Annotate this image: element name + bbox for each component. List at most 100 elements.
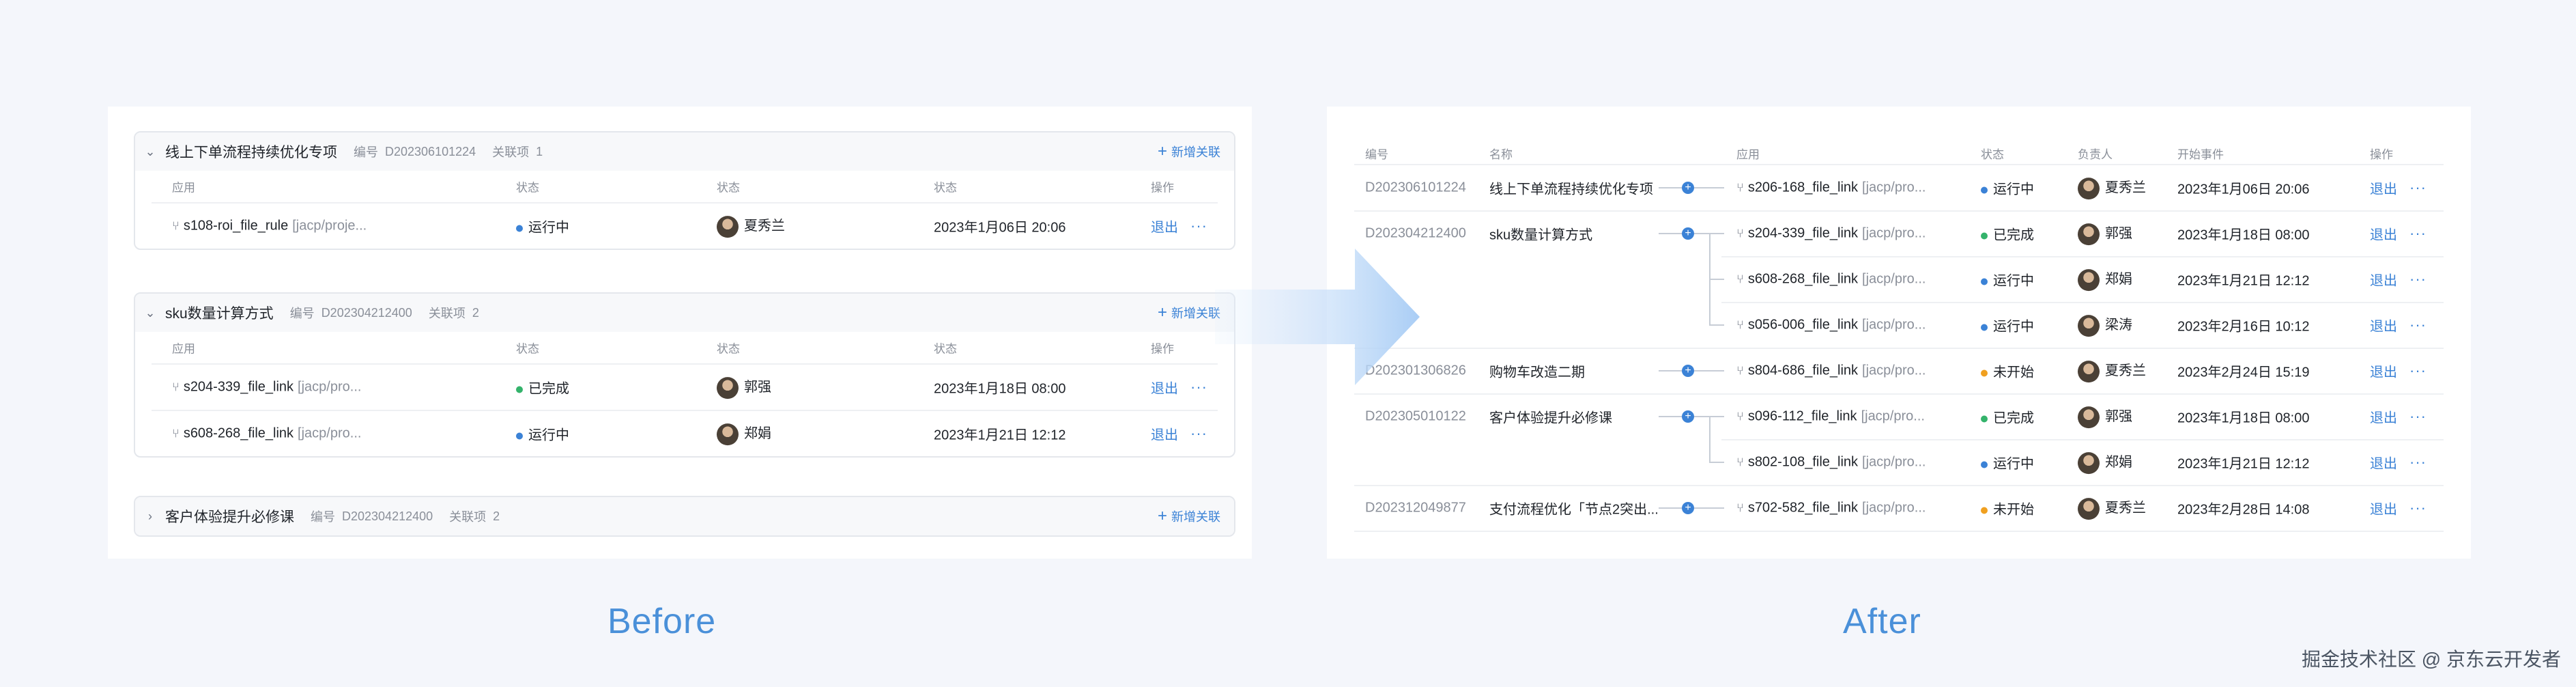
app-cell[interactable]: ⑂ s206-168_file_link [jacp/pro... xyxy=(1736,180,1926,196)
exit-link[interactable]: 退出 xyxy=(2370,499,2397,518)
more-icon[interactable]: ··· xyxy=(1190,425,1207,443)
more-icon[interactable]: ··· xyxy=(1190,217,1207,235)
time-cell: 2023年2月24日 15:19 xyxy=(2177,365,2310,380)
group-code: D202306101224 xyxy=(385,144,476,158)
branch-icon: ⑂ xyxy=(1736,455,1744,469)
chevron-right-icon[interactable]: › xyxy=(135,509,165,524)
owner-cell: 郑娟 xyxy=(2078,268,2132,291)
connector-line xyxy=(1694,507,1724,509)
app-cell[interactable]: ⑂ s056-006_file_link [jacp/pro... xyxy=(1736,318,1926,333)
code-label: 编号 xyxy=(311,510,335,524)
status-text: 已完成 xyxy=(528,381,569,397)
plus-node-icon[interactable]: + xyxy=(1682,502,1694,514)
group-header[interactable]: ⌄ sku数量计算方式 编号 D202304212400 关联项 2 + 新增关联 xyxy=(135,294,1234,332)
status-cell: 运行中 xyxy=(1981,178,2034,198)
divider xyxy=(1354,531,2444,532)
status-cell: 运行中 xyxy=(1981,453,2034,473)
app-path: [jacp/pro... xyxy=(298,425,362,441)
time-cell: 2023年1月06日 20:06 xyxy=(934,220,1066,236)
plus-node-icon[interactable]: + xyxy=(1682,410,1694,423)
exit-link[interactable]: 退出 xyxy=(2370,270,2397,290)
more-icon[interactable]: ··· xyxy=(1190,378,1207,396)
app-cell[interactable]: ⑂ s096-112_file_link [jacp/pro... xyxy=(1736,409,1925,425)
more-icon[interactable]: ··· xyxy=(2409,225,2427,242)
exit-link[interactable]: 退出 xyxy=(2370,361,2397,381)
status-cell: 未开始 xyxy=(1981,499,2034,518)
branch-icon: ⑂ xyxy=(1736,501,1744,515)
status-dot xyxy=(516,386,523,393)
add-relation-button[interactable]: + 新增关联 xyxy=(1158,294,1220,332)
add-relation-button[interactable]: + 新增关联 xyxy=(1158,132,1220,171)
status-dot xyxy=(1981,415,1988,423)
after-caption: After xyxy=(1843,602,1921,641)
column-header: 应用 xyxy=(172,181,195,195)
group-name: 线上下单流程持续优化专项 xyxy=(1489,182,1653,197)
app-path: [jacp/pro... xyxy=(298,379,362,395)
more-icon[interactable]: ··· xyxy=(2409,408,2427,425)
status-dot xyxy=(1981,278,1988,285)
exit-link[interactable]: 退出 xyxy=(1151,378,1178,397)
exit-link[interactable]: 退出 xyxy=(2370,224,2397,244)
plus-node-icon[interactable]: + xyxy=(1682,365,1694,377)
chevron-down-icon[interactable]: ⌄ xyxy=(135,306,165,320)
app-name: s204-339_file_link xyxy=(1747,225,1859,241)
exit-link[interactable]: 退出 xyxy=(2370,453,2397,473)
group-code: D202312049877 xyxy=(1365,500,1466,516)
plus-node-icon[interactable]: + xyxy=(1682,182,1694,194)
app-cell[interactable]: ⑂ s204-339_file_link [jacp/pro... xyxy=(172,380,361,395)
avatar xyxy=(2078,177,2100,199)
status-cell: 已完成 xyxy=(1981,407,2034,427)
relation-group: ⌄ sku数量计算方式 编号 D202304212400 关联项 2 + 新增关联 应用 状态 状态… xyxy=(134,292,1235,458)
owner-cell: 郭强 xyxy=(2078,222,2132,245)
time-cell: 2023年1月18日 08:00 xyxy=(934,381,1066,397)
app-name: s056-006_file_link xyxy=(1747,317,1859,333)
app-path: [jacp/pro... xyxy=(1862,363,1926,378)
connector-line xyxy=(1694,187,1724,188)
avatar xyxy=(717,215,739,238)
app-cell[interactable]: ⑂ s608-268_file_link [jacp/pro... xyxy=(1736,272,1926,288)
app-cell[interactable]: ⑂ s804-686_file_link [jacp/pro... xyxy=(1736,363,1926,379)
owner-name: 郭强 xyxy=(2105,226,2132,242)
owner-name: 郭强 xyxy=(2105,409,2132,425)
more-icon[interactable]: ··· xyxy=(2409,362,2427,380)
exit-link[interactable]: 退出 xyxy=(2370,178,2397,198)
exit-link[interactable]: 退出 xyxy=(1151,424,1178,444)
status-cell: 运行中 xyxy=(1981,316,2034,335)
status-cell: 未开始 xyxy=(1981,361,2034,381)
more-icon[interactable]: ··· xyxy=(2409,270,2427,288)
after-panel: 编号 名称 应用 状态 负责人 开始事件 操作 D202306101224 线上下单流程持续优化… xyxy=(1327,107,2471,559)
group-header[interactable]: ⌄ 线上下单流程持续优化专项 编号 D202306101224 关联项 1 + 新增关联 xyxy=(135,132,1234,171)
app-cell[interactable]: ⑂ s108-roi_file_rule [jacp/proje... xyxy=(172,219,367,234)
app-name: s108-roi_file_rule xyxy=(183,218,289,234)
app-cell[interactable]: ⑂ s608-268_file_link [jacp/pro... xyxy=(172,426,361,442)
group-code: D202305010122 xyxy=(1365,408,1466,424)
rel-count: 2 xyxy=(472,305,479,320)
column-header: 操作 xyxy=(2370,148,2393,161)
branch-icon: ⑂ xyxy=(1736,272,1744,286)
more-icon[interactable]: ··· xyxy=(2409,499,2427,517)
more-icon[interactable]: ··· xyxy=(2409,453,2427,471)
plus-icon: + xyxy=(1157,142,1167,160)
more-icon[interactable]: ··· xyxy=(2409,179,2427,197)
app-cell[interactable]: ⑂ s802-108_file_link [jacp/pro... xyxy=(1736,455,1926,471)
time-cell: 2023年1月18日 08:00 xyxy=(2177,410,2310,426)
group-header[interactable]: › 客户体验提升必修课 编号 D202304212400 关联项 2 + 新增关联 xyxy=(135,497,1234,535)
connector-line xyxy=(1659,187,1682,188)
chevron-down-icon[interactable]: ⌄ xyxy=(135,145,165,159)
owner-name: 夏秀兰 xyxy=(2105,501,2146,516)
avatar xyxy=(2078,223,2100,245)
plus-node-icon[interactable]: + xyxy=(1682,227,1694,240)
status-dot xyxy=(1981,324,1988,331)
app-name: s608-268_file_link xyxy=(1747,271,1859,287)
exit-link[interactable]: 退出 xyxy=(2370,316,2397,335)
exit-link[interactable]: 退出 xyxy=(2370,407,2397,427)
more-icon[interactable]: ··· xyxy=(2409,316,2427,334)
app-cell[interactable]: ⑂ s204-339_file_link [jacp/pro... xyxy=(1736,226,1926,242)
exit-link[interactable]: 退出 xyxy=(1151,216,1178,236)
app-cell[interactable]: ⑂ s702-582_file_link [jacp/pro... xyxy=(1736,501,1926,516)
add-relation-label: 新增关联 xyxy=(1171,510,1220,524)
status-cell: 运行中 xyxy=(1981,270,2034,290)
column-header: 应用 xyxy=(1736,148,1760,161)
column-header: 负责人 xyxy=(2078,148,2113,161)
add-relation-button[interactable]: + 新增关联 xyxy=(1158,497,1220,535)
